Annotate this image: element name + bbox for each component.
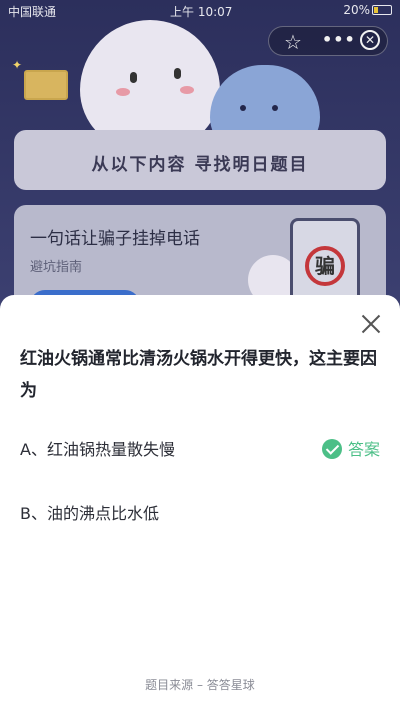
- mascot-cheek: [116, 88, 130, 96]
- trophy-frame-icon: [24, 70, 68, 100]
- question-text: 红油火锅通常比清汤火锅水开得更快，这主要因为: [20, 349, 377, 401]
- sparkle-icon: ✦: [12, 58, 23, 72]
- article-subtitle: 避坑指南: [30, 260, 83, 275]
- question-source: 题目来源 – 答答星球: [145, 678, 255, 692]
- status-bar: 中国联通 上午 10:07 20%: [0, 0, 400, 20]
- more-dots-icon[interactable]: •••: [322, 27, 355, 53]
- check-circle-icon: [321, 439, 342, 459]
- no-scam-sign-icon: 骗: [305, 246, 345, 286]
- mascot-eye: [174, 68, 181, 79]
- option-b-label: B、油的沸点比水低: [20, 504, 159, 523]
- star-icon[interactable]: ☆: [280, 29, 306, 55]
- option-a-label: A、红油锅热量散失慢: [20, 440, 175, 459]
- ghost-eye: [272, 105, 278, 111]
- clock: 上午 10:07: [170, 5, 233, 19]
- option-a[interactable]: A、红油锅热量散失慢 答案: [20, 435, 382, 465]
- article-headline: 一句话让骗子挂掉电话: [30, 229, 200, 249]
- answer-label: 答案: [347, 440, 380, 459]
- carrier-label: 中国联通: [8, 5, 57, 19]
- battery-percent: 20%: [343, 3, 370, 17]
- section-title: 从以下内容 寻找明日题目: [91, 155, 309, 175]
- close-circle-icon[interactable]: ✕: [360, 30, 380, 50]
- mascot-cheek: [180, 86, 194, 94]
- answer-badge: 答案: [321, 435, 380, 465]
- ghost-eye: [240, 105, 246, 111]
- mascot-eye: [130, 72, 137, 83]
- option-b[interactable]: B、油的沸点比水低: [20, 499, 382, 529]
- battery-icon: [372, 5, 392, 15]
- answer-sheet: 红油火锅通常比清汤火锅水开得更快，这主要因为 A、红油锅热量散失慢 答案 B、油…: [0, 295, 400, 710]
- close-icon[interactable]: [360, 313, 382, 335]
